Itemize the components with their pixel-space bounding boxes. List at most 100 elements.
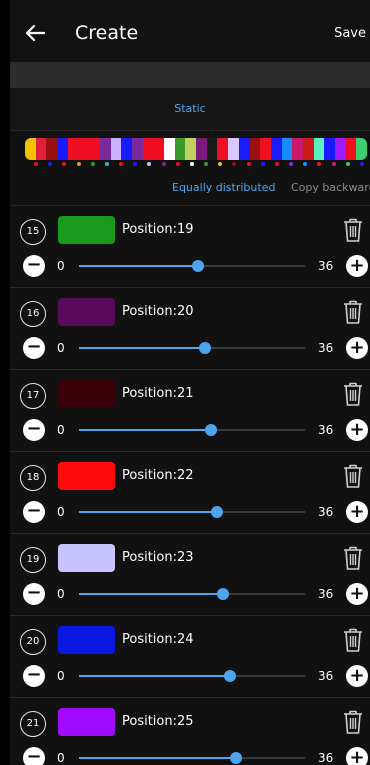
header: Create Save [10,0,370,62]
slider-thumb[interactable] [192,260,205,272]
slider-min-label: 0 [57,341,65,355]
increment-button[interactable]: + [346,255,368,277]
equally-distributed-button[interactable]: Equally distributed [172,181,275,194]
slider-thumb[interactable] [198,342,211,354]
increment-button[interactable]: + [346,501,368,523]
trash-icon[interactable] [342,709,364,735]
index-badge: 16 [20,301,46,327]
back-arrow-icon[interactable] [24,22,46,44]
strip-segment [78,138,90,160]
index-badge: 17 [20,383,46,409]
tab-static[interactable]: Static [10,88,370,130]
strip-dot [232,162,237,166]
position-label: Position:21 [122,386,194,401]
increment-button[interactable]: + [346,583,368,605]
divider [10,130,370,131]
color-item: 19 Position:23 − 0 36 + [10,534,370,616]
preview-bar [10,62,370,88]
strip-dot [360,162,364,166]
strip-dot [62,162,67,166]
position-slider[interactable] [79,752,305,764]
strip-segment [185,138,196,160]
color-swatch[interactable] [58,380,115,408]
index-badge: 18 [20,465,46,491]
strip-segment [110,138,122,160]
position-label: Position:20 [122,304,194,319]
strip-segment [131,138,143,160]
slider-min-label: 0 [57,669,65,683]
trash-icon[interactable] [342,381,364,407]
trash-icon[interactable] [342,545,364,571]
strip-dot [147,162,152,166]
slider-fill [79,593,224,595]
color-strip[interactable] [25,138,367,160]
position-label: Position:24 [122,632,194,647]
position-label: Position:19 [122,222,194,237]
strip-dot [34,162,38,166]
position-slider[interactable] [79,424,305,436]
increment-button[interactable]: + [346,337,368,359]
save-button[interactable]: Save [334,26,366,41]
slider-thumb[interactable] [211,506,224,518]
decrement-button[interactable]: − [23,419,45,441]
position-slider[interactable] [79,670,305,682]
color-item: 17 Position:21 − 0 36 + [10,370,370,452]
color-swatch[interactable] [58,298,115,326]
slider-max-label: 36 [318,505,334,519]
index-badge: 20 [20,629,46,655]
position-label: Position:25 [122,714,194,729]
color-swatch[interactable] [58,544,115,572]
strip-dot [104,162,109,166]
decrement-button[interactable]: − [23,337,45,359]
strip-segment [217,138,229,160]
color-swatch[interactable] [58,216,115,244]
position-slider[interactable] [79,588,305,600]
strip-segment [345,138,357,160]
slider-min-label: 0 [57,259,65,273]
strip-segment [206,138,218,160]
increment-button[interactable]: + [346,665,368,687]
color-swatch[interactable] [58,462,115,490]
trash-icon[interactable] [342,463,364,489]
increment-button[interactable]: + [346,747,368,765]
decrement-button[interactable]: − [23,583,45,605]
slider-max-label: 36 [318,259,334,273]
position-slider[interactable] [79,342,305,354]
strip-segment [99,138,111,160]
strip-dot [161,162,166,166]
strip-dot [48,162,53,166]
strip-segment [67,138,79,160]
strip-dot [289,162,294,166]
color-swatch[interactable] [58,708,115,736]
slider-thumb[interactable] [204,424,217,436]
slider-min-label: 0 [57,505,65,519]
trash-icon[interactable] [342,217,364,243]
strip-dot [76,162,81,166]
strip-segment [25,138,36,160]
increment-button[interactable]: + [346,419,368,441]
slider-thumb[interactable] [217,588,230,600]
slider-min-label: 0 [57,587,65,601]
strip-segment [121,138,132,160]
slider-max-label: 36 [318,751,334,765]
index-badge: 19 [20,547,46,573]
slider-max-label: 36 [318,669,334,683]
trash-icon[interactable] [342,627,364,653]
trash-icon[interactable] [342,299,364,325]
copy-backward-button[interactable]: Copy backward [291,181,370,194]
slider-thumb[interactable] [223,670,236,682]
position-slider[interactable] [79,260,305,272]
color-item: 16 Position:20 − 0 36 + [10,288,370,370]
strip-dot [204,162,209,166]
position-slider[interactable] [79,506,305,518]
strip-segment [260,138,271,160]
slider-thumb[interactable] [229,752,242,764]
decrement-button[interactable]: − [23,501,45,523]
strip-segment [249,138,261,160]
decrement-button[interactable]: − [23,665,45,687]
strip-segment [238,138,250,160]
color-swatch[interactable] [58,626,115,654]
decrement-button[interactable]: − [23,747,45,765]
decrement-button[interactable]: − [23,255,45,277]
strip-segment [142,138,154,160]
